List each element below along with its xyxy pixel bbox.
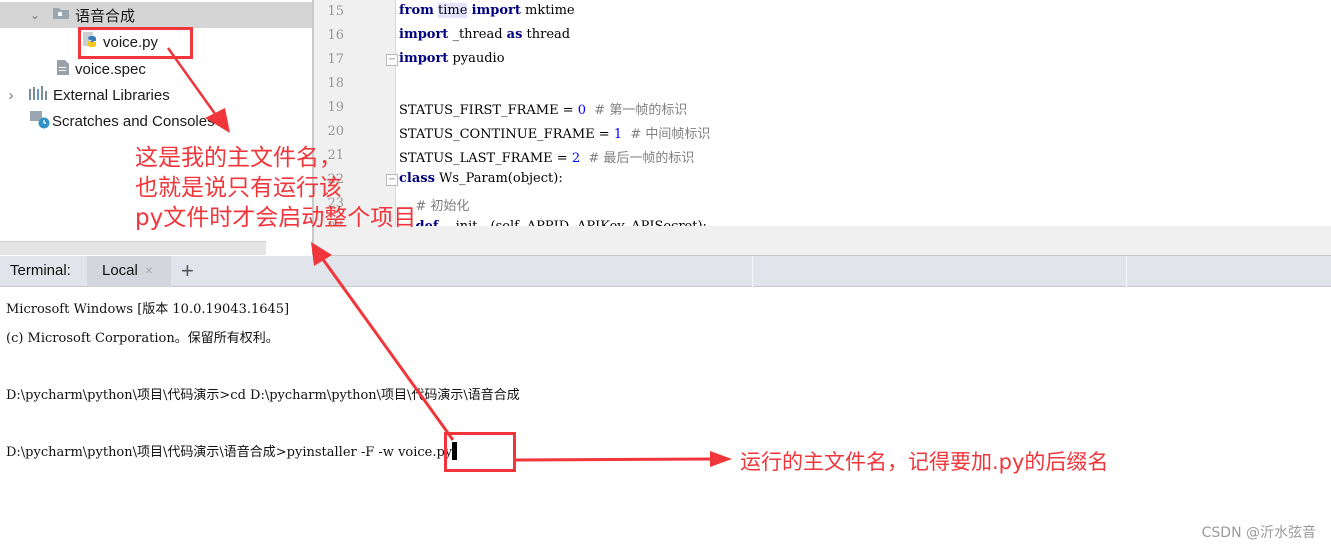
code-token: # 第一帧的标识 bbox=[594, 103, 688, 118]
code-editor[interactable]: 15 from time import mktime 16 import _threa… bbox=[314, 0, 1331, 226]
chevron-down-icon[interactable]: ⌄ bbox=[28, 8, 42, 22]
code-line[interactable]: 19 STATUS_FIRST_FRAME = 0 # 第一帧的标识 bbox=[314, 96, 1331, 120]
code-line[interactable]: 20 STATUS_CONTINUE_FRAME = 1 # 中间帧标识 bbox=[314, 120, 1331, 144]
tree-item-external-libraries[interactable]: › External Libraries bbox=[4, 82, 170, 108]
code-token: mktime bbox=[520, 3, 575, 18]
divider bbox=[752, 256, 753, 287]
code-token: 2 bbox=[571, 151, 581, 166]
code-token: import bbox=[399, 27, 449, 42]
code-token: 0 bbox=[577, 103, 587, 118]
line-number: 18 bbox=[327, 76, 344, 91]
code-text: def __init__(self, APPID, APIKey, APISec… bbox=[399, 219, 707, 226]
fold-icon[interactable]: − bbox=[386, 54, 398, 66]
code-line[interactable]: 16 import _thread as thread bbox=[314, 24, 1331, 48]
line-number: 17 bbox=[327, 52, 344, 67]
code-token: as bbox=[506, 27, 523, 42]
tree-item-label: External Libraries bbox=[53, 86, 170, 104]
terminal-command: D:\pycharm\python\项目\代码演示\语音合成>pyinstall… bbox=[6, 445, 453, 460]
code-token: time bbox=[438, 3, 468, 18]
code-token: STATUS_LAST_FRAME = bbox=[399, 151, 572, 166]
line-number: 20 bbox=[327, 124, 344, 139]
tree-item-label: voice.spec bbox=[75, 60, 146, 78]
code-token: import bbox=[399, 51, 449, 66]
divider bbox=[1126, 256, 1127, 287]
close-icon[interactable]: × bbox=[145, 262, 153, 278]
code-text: import pyaudio bbox=[399, 51, 505, 66]
annotation-command: 运行的主文件名，记得要加.py的后缀名 bbox=[740, 450, 1109, 474]
code-text: class Ws_Param(object): bbox=[399, 171, 563, 186]
tree-item-folder[interactable]: ⌄ 语音合成 bbox=[0, 2, 312, 28]
terminal-line: (c) Microsoft Corporation。保留所有权利。 bbox=[6, 331, 279, 346]
code-line[interactable]: 23 # 初始化 bbox=[314, 192, 1331, 216]
code-token: from bbox=[399, 3, 434, 18]
terminal-label: Terminal: bbox=[10, 262, 71, 279]
line-number: 16 bbox=[327, 28, 344, 43]
highlight-box-voice-py bbox=[78, 27, 193, 59]
code-line[interactable]: 22− class Ws_Param(object): bbox=[314, 168, 1331, 192]
tab-local[interactable]: Local × bbox=[87, 256, 171, 287]
code-token: # 初始化 bbox=[415, 199, 470, 214]
project-panel-scrollbar[interactable] bbox=[0, 241, 266, 255]
code-text: STATUS_CONTINUE_FRAME = 1 # 中间帧标识 bbox=[399, 123, 710, 142]
watermark: CSDN @沂水弦音 bbox=[1201, 525, 1316, 541]
tree-item-label: Scratches and Consoles bbox=[52, 112, 215, 130]
code-text: import _thread as thread bbox=[399, 27, 570, 42]
libraries-icon bbox=[28, 86, 48, 104]
code-token: pyaudio bbox=[448, 51, 505, 66]
code-token: Ws_Param(object): bbox=[434, 171, 563, 186]
terminal-output[interactable]: Microsoft Windows [版本 10.0.19043.1645] (… bbox=[0, 288, 1331, 549]
code-text: from time import mktime bbox=[399, 3, 575, 18]
code-text: STATUS_LAST_FRAME = 2 # 最后一帧的标识 bbox=[399, 147, 694, 166]
terminal-line: D:\pycharm\python\项目\代码演示\语音合成>pyinstall… bbox=[6, 441, 458, 460]
code-token: # 中间帧标识 bbox=[630, 127, 711, 142]
tree-item-scratches[interactable]: Scratches and Consoles bbox=[30, 108, 215, 134]
code-line[interactable]: 24 def __init__(self, APPID, APIKey, API… bbox=[314, 216, 1331, 226]
annotation-main-file: 这是我的主文件名， 也就是说只有运行该 py文件时才会启动整个项目 bbox=[135, 145, 417, 231]
editor-scroll-area bbox=[314, 226, 1331, 256]
code-text: STATUS_FIRST_FRAME = 0 # 第一帧的标识 bbox=[399, 99, 687, 118]
code-token: 1 bbox=[613, 127, 623, 142]
code-line[interactable]: 15 from time import mktime bbox=[314, 0, 1331, 24]
tree-item-label: 语音合成 bbox=[75, 7, 136, 25]
code-token: def bbox=[416, 219, 439, 226]
add-tab-button[interactable]: + bbox=[181, 258, 194, 284]
text-file-icon bbox=[56, 59, 70, 80]
code-token: STATUS_FIRST_FRAME = bbox=[399, 103, 578, 118]
terminal-line: Microsoft Windows [版本 10.0.19043.1645] bbox=[6, 302, 290, 317]
scratches-icon bbox=[30, 109, 50, 133]
line-number: 19 bbox=[327, 100, 344, 115]
terminal-line: D:\pycharm\python\项目\代码演示>cd D:\pycharm\… bbox=[6, 388, 520, 403]
code-line[interactable]: 21 STATUS_LAST_FRAME = 2 # 最后一帧的标识 bbox=[314, 144, 1331, 168]
code-line[interactable]: 17 − import pyaudio bbox=[314, 48, 1331, 72]
code-token: __init__(self, APPID, APIKey, APISecret)… bbox=[438, 219, 707, 226]
terminal-toolbar: Terminal: Local × + bbox=[0, 256, 1331, 287]
tab-local-label: Local bbox=[102, 262, 138, 279]
code-token: # 最后一帧的标识 bbox=[588, 151, 695, 166]
code-token: import bbox=[471, 3, 521, 18]
tree-item-voice-spec[interactable]: voice.spec bbox=[56, 56, 146, 82]
highlight-box-command bbox=[444, 432, 516, 472]
code-line[interactable]: 18 bbox=[314, 72, 1331, 96]
code-token: STATUS_CONTINUE_FRAME = bbox=[399, 127, 614, 142]
code-token: _thread bbox=[448, 27, 507, 42]
line-number: 15 bbox=[327, 4, 344, 19]
chevron-right-icon[interactable]: › bbox=[4, 87, 18, 104]
folder-icon bbox=[52, 6, 70, 24]
code-token: thread bbox=[522, 27, 571, 42]
